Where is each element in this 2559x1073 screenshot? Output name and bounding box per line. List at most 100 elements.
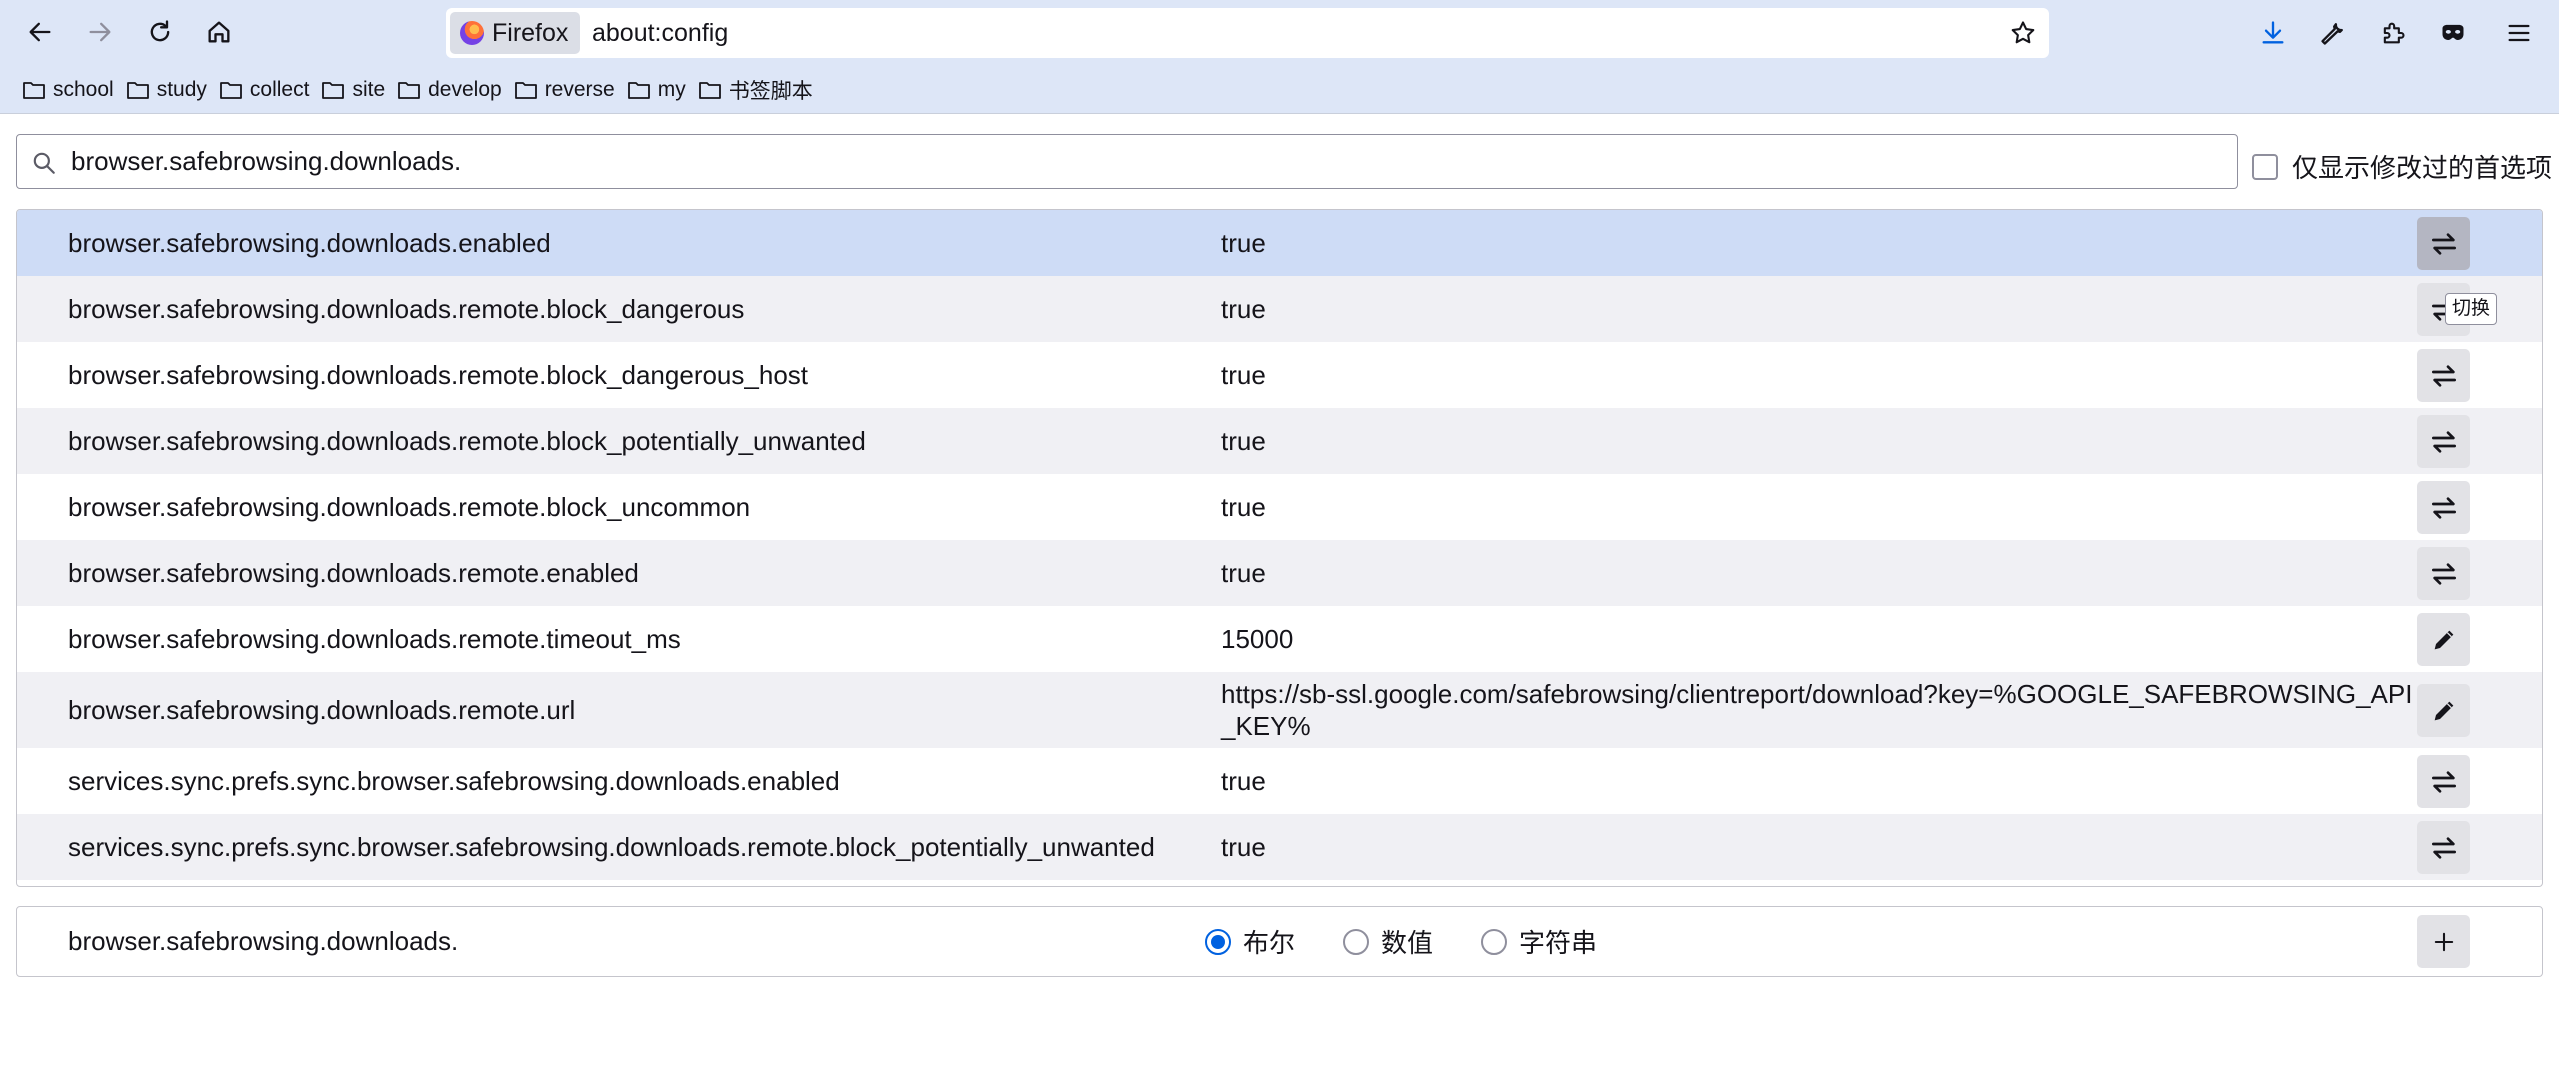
browser-toolbar: Firefox about:config (0, 0, 2559, 66)
folder-icon (514, 81, 537, 99)
show-modified-only-checkbox[interactable] (2252, 153, 2278, 180)
home-button[interactable] (199, 12, 239, 52)
toggle-arrows-icon (2431, 562, 2456, 585)
identity-box[interactable]: Firefox (450, 12, 581, 54)
edit-button[interactable] (2417, 684, 2470, 737)
type-label-boolean: 布尔 (1243, 928, 1296, 958)
add-preference-button[interactable] (2417, 915, 2470, 968)
bookmark-folder[interactable]: reverse (512, 72, 625, 108)
bookmark-star-button[interactable] (2007, 17, 2039, 49)
bookmark-folder[interactable]: develop (395, 72, 512, 108)
pencil-icon (2434, 701, 2453, 720)
folder-icon (398, 81, 421, 99)
bookmark-folder[interactable]: 书签脚本 (696, 72, 823, 108)
bookmark-label: study (156, 77, 207, 101)
folder-icon (627, 81, 650, 99)
preference-row[interactable]: browser.safebrowsing.downloads.remote.bl… (17, 276, 2542, 342)
pencil-icon (2434, 630, 2453, 649)
reload-button[interactable] (140, 12, 180, 52)
show-modified-only-toggle[interactable]: 仅显示修改过的首选项 (2252, 148, 2552, 185)
folder-icon (698, 81, 721, 99)
preference-name: services.sync.prefs.sync.browser.safebro… (68, 765, 840, 796)
folder-icon (322, 81, 345, 99)
toggle-button[interactable] (2417, 547, 2470, 600)
mask-icon (2442, 24, 2464, 40)
private-mask-button[interactable] (2432, 12, 2474, 54)
type-radio-boolean[interactable] (1205, 928, 1231, 955)
toggle-arrows-icon (2431, 430, 2456, 453)
preference-name: browser.safebrowsing.downloads.remote.bl… (68, 425, 866, 456)
type-option-string[interactable]: 字符串 (1481, 923, 1597, 960)
preference-row[interactable]: browser.safebrowsing.downloads.enabled tr… (17, 210, 2542, 276)
bookmark-label: site (352, 77, 386, 101)
developer-tools-button[interactable] (2312, 12, 2354, 54)
bookmark-label: school (53, 77, 114, 101)
folder-icon (126, 81, 149, 99)
preference-row[interactable]: browser.safebrowsing.downloads.remote.ti… (17, 606, 2542, 672)
bookmark-folder[interactable]: site (319, 72, 395, 108)
bookmark-label: develop (428, 77, 502, 101)
type-option-number[interactable]: 数值 (1343, 923, 1433, 960)
firefox-logo-icon (460, 21, 484, 45)
bookmark-label: reverse (544, 77, 615, 101)
toggle-arrows-icon (2431, 770, 2456, 793)
preference-row[interactable]: browser.safebrowsing.downloads.remote.ur… (17, 672, 2542, 748)
preference-row[interactable]: services.sync.prefs.sync.browser.safebro… (17, 748, 2542, 814)
bookmark-label: collect (249, 77, 310, 101)
url-bar[interactable]: Firefox about:config (446, 8, 2049, 58)
back-button[interactable] (20, 12, 60, 52)
downloads-button[interactable] (2252, 12, 2294, 54)
app-menu-button[interactable] (2498, 12, 2540, 54)
type-option-boolean[interactable]: 布尔 (1205, 923, 1295, 960)
toggle-button[interactable] (2417, 217, 2470, 270)
bookmark-folder[interactable]: school (20, 72, 124, 108)
bookmark-label: my (657, 77, 686, 101)
preference-row[interactable]: browser.safebrowsing.downloads.remote.en… (17, 540, 2542, 606)
preferences-table: browser.safebrowsing.downloads.enabled tr… (16, 209, 2543, 887)
preference-value: true (1221, 228, 1266, 258)
preference-search-box[interactable] (16, 134, 2238, 189)
toggle-arrows-icon (2431, 836, 2456, 859)
preference-name: browser.safebrowsing.downloads.remote.ur… (68, 694, 576, 725)
toggle-button[interactable] (2417, 349, 2470, 402)
preference-value: true (1221, 832, 1266, 862)
preference-value: true (1221, 558, 1266, 588)
toggle-arrows-icon (2431, 364, 2456, 387)
toggle-button[interactable] (2417, 415, 2470, 468)
url-text[interactable]: about:config (592, 8, 728, 58)
show-modified-only-label: 仅显示修改过的首选项 (2292, 153, 2553, 183)
new-preference-name: browser.safebrowsing.downloads. (68, 926, 459, 956)
bookmark-folder[interactable]: collect (217, 72, 320, 108)
preference-row[interactable]: services.sync.prefs.sync.browser.safebro… (17, 814, 2542, 880)
preference-value: https://sb-ssl.google.com/safebrowsing/c… (1221, 679, 2413, 741)
toggle-button[interactable] (2417, 755, 2470, 808)
preference-row[interactable]: browser.safebrowsing.downloads.remote.bl… (17, 474, 2542, 540)
extensions-button[interactable] (2372, 12, 2414, 54)
preference-value: true (1221, 492, 1266, 522)
preference-name: browser.safebrowsing.downloads.remote.ti… (68, 623, 681, 654)
download-icon (2262, 21, 2284, 44)
forward-arrow-icon (89, 22, 111, 42)
back-arrow-icon (29, 22, 51, 42)
toggle-button[interactable] (2417, 821, 2470, 874)
type-radio-string[interactable] (1481, 928, 1508, 955)
preference-row[interactable]: browser.safebrowsing.downloads.remote.bl… (17, 342, 2542, 408)
preference-name: browser.safebrowsing.downloads.remote.bl… (68, 491, 751, 522)
folder-icon (220, 81, 242, 99)
search-input[interactable] (71, 135, 2221, 188)
bookmark-folder[interactable]: study (124, 72, 217, 108)
toggle-button[interactable] (2417, 481, 2470, 534)
plus-icon (2434, 932, 2453, 951)
reload-icon (150, 20, 170, 42)
home-icon (208, 21, 230, 43)
preference-name: services.sync.prefs.sync.browser.safebro… (68, 831, 1155, 862)
bookmark-label: 书签脚本 (728, 79, 813, 103)
preference-row[interactable]: browser.safebrowsing.downloads.remote.bl… (17, 408, 2542, 474)
type-radio-number[interactable] (1343, 928, 1370, 955)
bookmark-folder[interactable]: my (625, 72, 696, 108)
edit-button[interactable] (2417, 613, 2470, 666)
preference-name: browser.safebrowsing.downloads.remote.en… (68, 557, 639, 588)
preference-type-group: 布尔 数值 字符串 (1205, 907, 1597, 976)
add-preference-row: browser.safebrowsing.downloads. 布尔 数值 字符… (16, 906, 2543, 977)
forward-button[interactable] (80, 12, 120, 52)
